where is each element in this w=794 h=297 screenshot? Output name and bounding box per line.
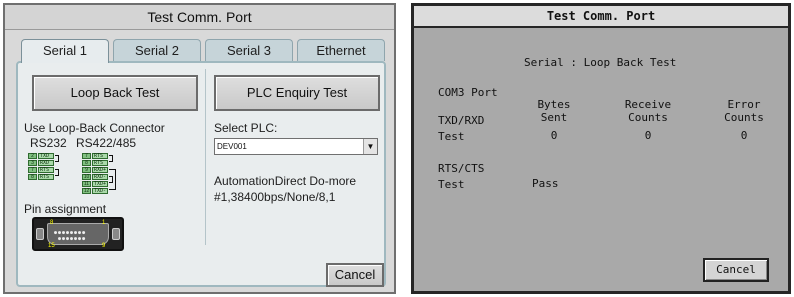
pin-number: 11 — [82, 180, 91, 187]
pin-signal: RTS — [38, 173, 54, 180]
pin-signal: TXD+ — [92, 180, 108, 187]
pin-row: 10 RXD- — [82, 173, 108, 180]
pin-number-label: 9 — [102, 243, 106, 249]
txd-rxd-test-label: Test — [438, 130, 465, 143]
pin-signal: RXD — [38, 159, 54, 166]
txd-rxd-row-label: TXD/RXD Test — [438, 113, 484, 145]
bytes-header-line2: Sent — [540, 111, 568, 124]
pin-number: 8 — [28, 173, 37, 180]
pin-number: 3 — [28, 159, 37, 166]
txd-rxd-label: TXD/RXD — [438, 114, 485, 127]
pin-row: 2 TXD — [28, 152, 54, 159]
window-title: Test Comm. Port — [414, 6, 788, 28]
test-comm-port-window-touch: Test Comm. Port Serial 1 Serial 2 Serial… — [3, 3, 396, 294]
screw-icon — [36, 228, 44, 240]
chevron-down-icon[interactable]: ▼ — [363, 139, 377, 154]
window-title: Test Comm. Port — [5, 5, 394, 30]
jumper-wire — [109, 176, 113, 183]
rs422-pin-diagram: 7 RTS 8 RTS 9 RXD+ 10 RXD- 11 TXD+ 12 TXD- — [82, 152, 116, 194]
pin-row: 8 RTS — [82, 159, 108, 166]
pin-number-label: 8 — [50, 220, 54, 226]
screw-icon — [112, 228, 120, 240]
port-tabs: Serial 1 Serial 2 Serial 3 Ethernet — [17, 39, 385, 63]
pin-signal: RTS — [92, 159, 108, 166]
pin-number: 12 — [82, 187, 91, 194]
pin-number: 2 — [28, 152, 37, 159]
receive-header: Receive Counts — [614, 98, 682, 124]
pin-number-label: 15 — [48, 243, 55, 249]
error-header-line2: Counts — [724, 111, 764, 124]
cancel-button[interactable]: Cancel — [703, 258, 769, 282]
pin-row: 3 RXD — [28, 159, 54, 166]
test-subtitle: Serial : Loop Back Test — [524, 56, 677, 69]
loop-back-test-button[interactable]: Loop Back Test — [32, 75, 198, 111]
use-connector-label: Use Loop-Back Connector — [24, 121, 165, 135]
pin-number: 7 — [82, 152, 91, 159]
db15-connector-image: ●●●●●●●● ●●●●●●● 8 1 15 9 — [32, 217, 124, 251]
select-plc-dropdown[interactable]: DEV001 ▼ — [214, 138, 378, 155]
rts-cts-result: Pass — [532, 177, 559, 190]
pin-signal: RXD+ — [92, 166, 108, 173]
pin-number: 10 — [82, 173, 91, 180]
pin-number: 8 — [82, 159, 91, 166]
panel-divider — [205, 69, 206, 245]
tab-serial-1[interactable]: Serial 1 — [21, 39, 109, 63]
receive-header-line2: Counts — [628, 111, 668, 124]
tab-serial-2[interactable]: Serial 2 — [113, 39, 201, 61]
pin-signal: RTS — [92, 152, 108, 159]
plc-enquiry-test-button[interactable]: PLC Enquiry Test — [214, 75, 380, 111]
rts-cts-label: RTS/CTS — [438, 162, 485, 175]
pin-number: 7 — [28, 166, 37, 173]
jumper-wire — [109, 155, 113, 162]
receive-counts-value: 0 — [644, 129, 652, 142]
pin-row: 11 TXD+ — [82, 180, 108, 187]
select-plc-label: Select PLC: — [214, 121, 278, 135]
pin-number-label: 1 — [102, 220, 106, 226]
jumper-wire — [55, 155, 59, 162]
bytes-sent-value: 0 — [550, 129, 558, 142]
error-header: Error Counts — [714, 98, 774, 124]
pin-signal: RTS — [38, 166, 54, 173]
rs232-label: RS232 — [30, 136, 67, 150]
pin-row: 9 RXD+ — [82, 166, 108, 173]
error-header-line1: Error — [727, 98, 761, 111]
rts-cts-row-label: RTS/CTS Test — [438, 161, 484, 193]
cancel-button[interactable]: Cancel — [326, 263, 384, 287]
pin-assignment-label: Pin assignment — [24, 202, 107, 216]
connector-shell: ●●●●●●●● ●●●●●●● — [47, 223, 109, 245]
pin-row: 12 TXD- — [82, 187, 108, 194]
tab-serial-3[interactable]: Serial 3 — [205, 39, 293, 61]
pin-signal: TXD — [38, 152, 54, 159]
connector-pins-icon: ●●●●●●●● ●●●●●●● — [54, 230, 87, 242]
pin-signal: RXD- — [92, 173, 108, 180]
rs232-pin-diagram: 2 TXD 3 RXD 7 RTS 8 RTS — [28, 152, 59, 180]
bytes-header: Bytes Sent — [526, 98, 582, 124]
pin-row: 8 RTS — [28, 173, 54, 180]
jumper-wire — [55, 169, 59, 176]
tab-ethernet[interactable]: Ethernet — [297, 39, 385, 61]
plc-info-text: AutomationDirect Do-more #1,38400bps/Non… — [214, 174, 357, 204]
select-plc-value: DEV001 — [217, 142, 247, 151]
rs422-label: RS422/485 — [76, 136, 137, 150]
serial-1-panel: Loop Back Test PLC Enquiry Test Use Loop… — [16, 61, 386, 287]
pin-row: 7 RTS — [28, 166, 54, 173]
pin-number: 9 — [82, 166, 91, 173]
error-counts-value: 0 — [740, 129, 748, 142]
pin-signal: TXD- — [92, 187, 108, 194]
rts-cts-test-label: Test — [438, 178, 465, 191]
test-comm-port-window-mono: Test Comm. Port Serial : Loop Back Test … — [411, 3, 791, 294]
bytes-header-line1: Bytes — [537, 98, 571, 111]
receive-header-line1: Receive — [624, 98, 672, 111]
pin-row: 7 RTS — [82, 152, 108, 159]
com-port-label: COM3 Port — [438, 86, 498, 99]
